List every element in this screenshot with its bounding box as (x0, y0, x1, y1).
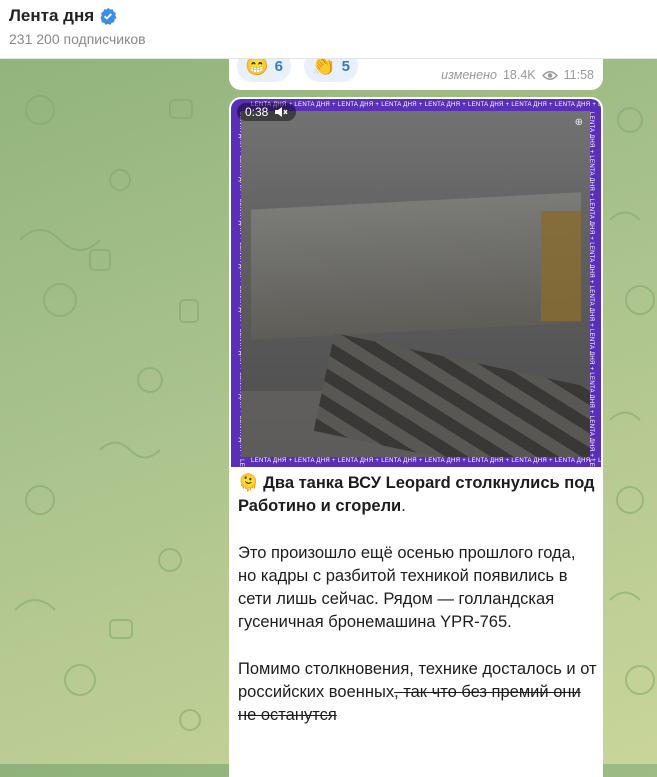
channel-name: Лента дня (9, 6, 95, 25)
video-player[interactable]: LENTA ДНЯ + LENTA ДНЯ + LENTA ДНЯ + LENT… (231, 99, 601, 467)
channel-logo-icon: ⊕ (574, 117, 583, 128)
melting-face-emoji-icon: 🫠 (238, 474, 259, 492)
post-paragraph: Это произошло ещё осенью прошлого года, … (238, 543, 576, 632)
subscriber-count: 231 200 подписчиков (9, 31, 146, 47)
view-count: 18.4K (502, 68, 536, 82)
eye-icon (541, 70, 558, 80)
reaction-count: 6 (274, 57, 284, 75)
tank-track (313, 332, 590, 457)
video-duration-badge[interactable]: 0:38 (237, 103, 297, 121)
verified-badge-icon (100, 7, 117, 25)
video-watermark: LENTA ДНЯ + LENTA ДНЯ + LENTA ДНЯ + LENT… (251, 102, 601, 108)
post-paragraph: Помимо столкновения, технике досталось и… (238, 658, 598, 728)
video-duration: 0:38 (245, 105, 269, 119)
message-time: 11:58 (563, 68, 594, 82)
video-watermark: LENTA ДНЯ + LENTA ДНЯ + LENTA ДНЯ + LENT… (251, 458, 601, 464)
edited-label: изменено (441, 68, 497, 82)
tank-rust-area (541, 211, 581, 321)
message-meta: изменено 18.4K 11:58 (441, 68, 594, 82)
channel-title[interactable]: Лента дня (9, 6, 117, 26)
post-title-period: . (401, 497, 406, 516)
post-text: 🫠 Два танка ВСУ Leopard столкнулись под … (238, 472, 598, 728)
post-title: Два танка ВСУ Leopard столкнулись под Ра… (238, 474, 595, 516)
reaction-count: 5 (341, 57, 351, 75)
channel-post: LENTA ДНЯ + LENTA ДНЯ + LENTA ДНЯ + LENT… (229, 97, 603, 777)
channel-header[interactable]: Лента дня 231 200 подписчиков (0, 0, 657, 59)
tank-image (251, 192, 581, 340)
mute-icon[interactable] (274, 106, 288, 118)
video-frame (241, 111, 590, 457)
post-title-line: 🫠 Два танка ВСУ Leopard столкнулись под … (238, 472, 598, 519)
